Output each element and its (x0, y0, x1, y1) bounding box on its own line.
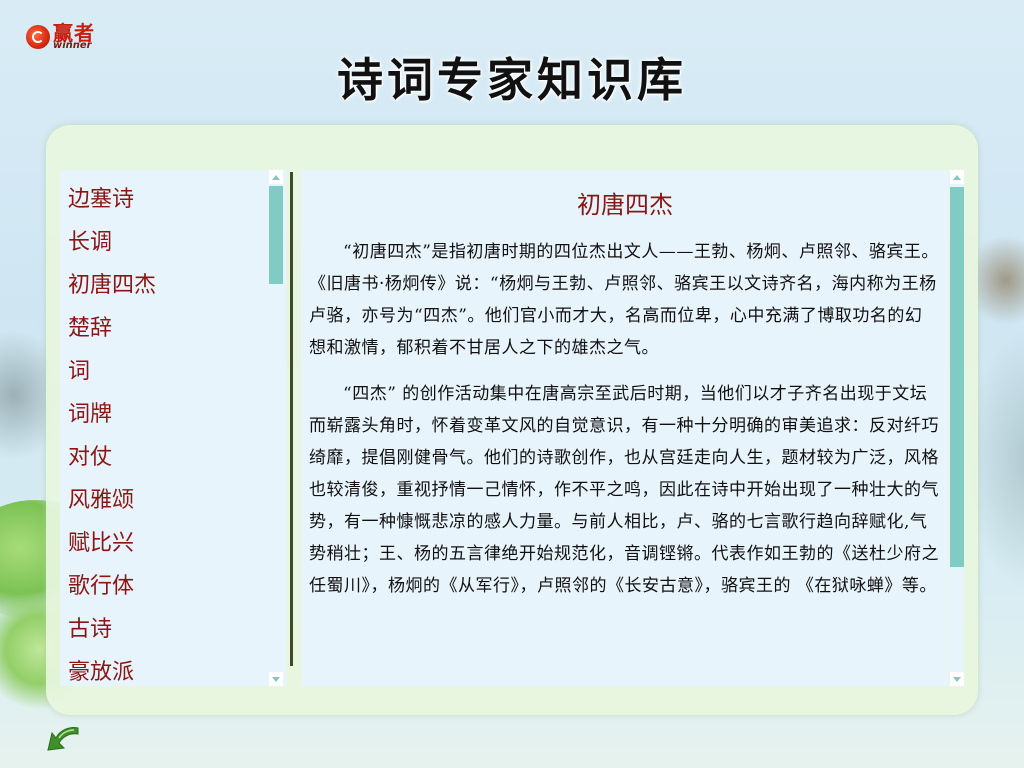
nav-item[interactable]: 对仗 (68, 440, 286, 483)
article-title: 初唐四杰 (577, 191, 673, 219)
panel-divider (290, 172, 293, 666)
article-view[interactable]: 初唐四杰 “初唐四杰”是指初唐时期的四位杰出文人——王勃、杨炯、卢照邻、骆宾王。… (301, 170, 949, 686)
nav-item[interactable]: 词 (68, 354, 286, 397)
nav-item[interactable]: 楚辞 (68, 311, 286, 354)
article-scrollbar[interactable] (950, 170, 964, 686)
category-scroll-thumb[interactable] (269, 186, 283, 284)
nav-item[interactable]: 初唐四杰 (68, 268, 286, 311)
article-paragraph: “初唐四杰”是指初唐时期的四位杰出文人——王勃、杨炯、卢照邻、骆宾王。《旧唐书·… (309, 242, 939, 358)
scroll-down-icon[interactable] (950, 672, 964, 686)
nav-item[interactable]: 风雅颂 (68, 483, 286, 526)
nav-item[interactable]: 边塞诗 (68, 182, 286, 225)
category-list[interactable]: 边塞诗 长调 初唐四杰 楚辞词词牌 对仗 风雅颂 赋比兴 歌行体 古诗 豪放派 (60, 170, 286, 686)
category-scrollbar[interactable] (269, 170, 283, 686)
nav-item[interactable]: 赋比兴 (68, 526, 286, 569)
nav-item[interactable]: 歌行体 (68, 569, 286, 612)
scroll-up-icon[interactable] (950, 170, 964, 184)
back-arrow-icon[interactable] (44, 722, 84, 756)
scroll-up-icon[interactable] (269, 170, 283, 184)
page-title: 诗词专家知识库 (337, 53, 687, 107)
article-scroll-thumb[interactable] (950, 187, 964, 567)
scroll-down-icon[interactable] (269, 672, 283, 686)
nav-item[interactable]: 长调 (68, 225, 286, 268)
article-paragraph: “四杰” 的创作活动集中在唐高宗至武后时期，当他们以才子齐名出现于文坛而崭露头角… (309, 384, 939, 596)
nav-item[interactable]: 豪放派 (68, 655, 286, 686)
nav-item[interactable]: 古诗 (68, 612, 286, 655)
nav-item[interactable]: 词牌 (68, 397, 286, 440)
